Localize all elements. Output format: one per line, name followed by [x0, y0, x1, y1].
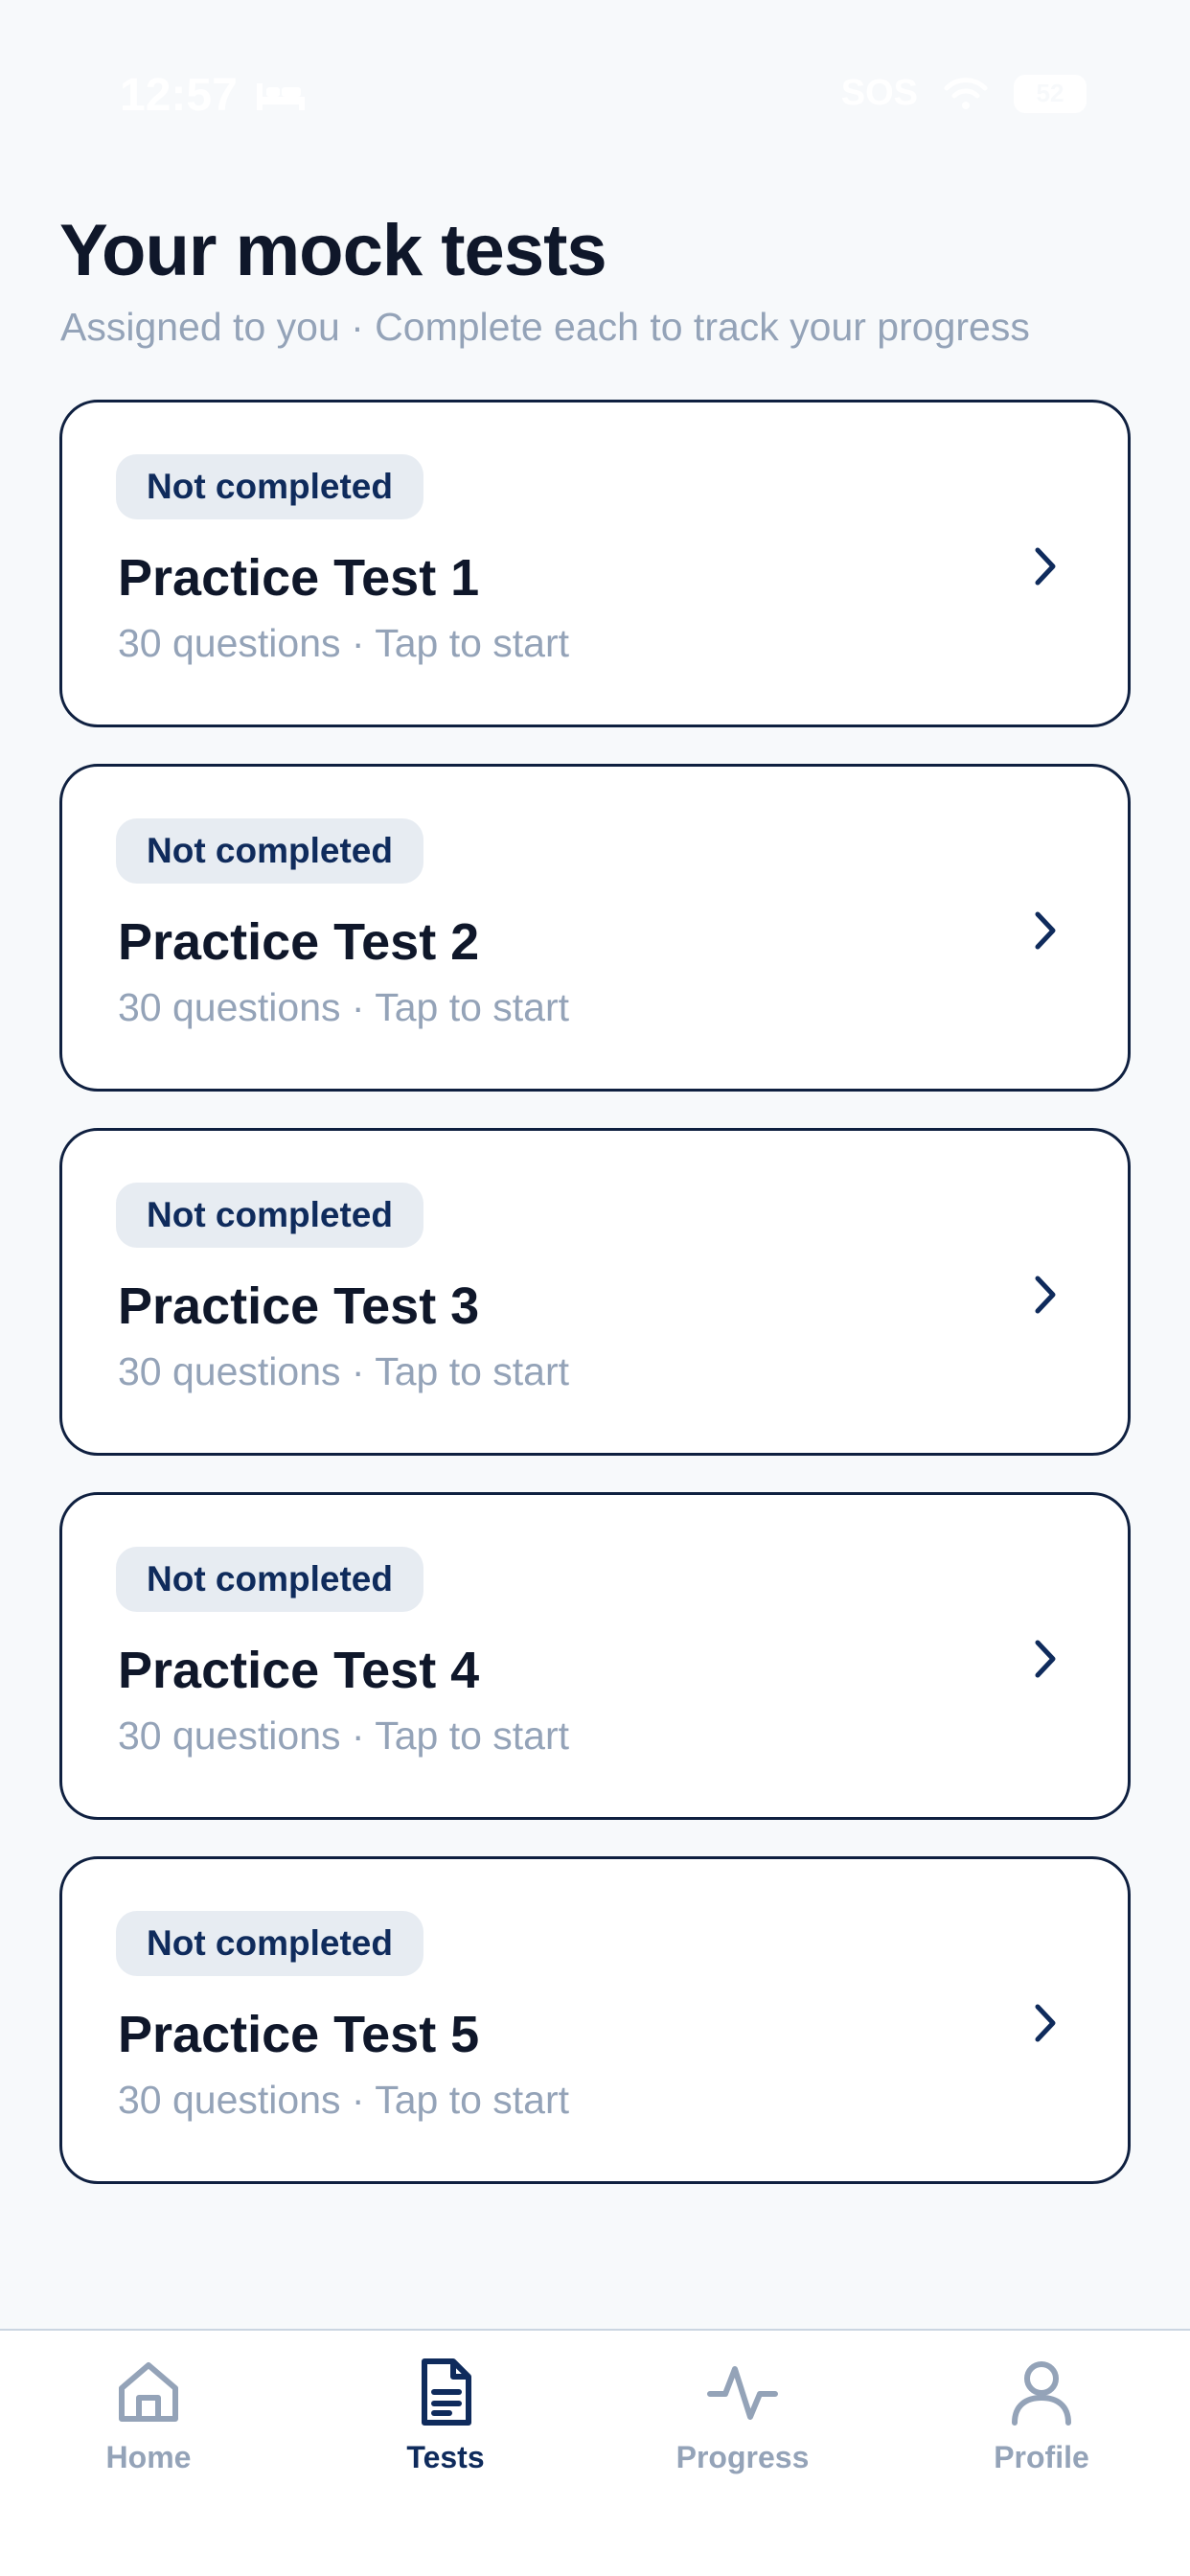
battery-level: 52: [1036, 79, 1064, 107]
tab-label: Home: [105, 2440, 192, 2474]
activity-icon: [707, 2366, 778, 2420]
status-badge: Not completed: [116, 1183, 423, 1248]
status-badge: Not completed: [116, 1547, 423, 1612]
tab-tests[interactable]: Tests: [297, 2331, 594, 2522]
test-title: Practice Test 1: [118, 549, 480, 607]
status-indicators: SOS 52: [841, 73, 1087, 114]
document-icon: [422, 2358, 471, 2426]
bed-icon: [256, 82, 305, 110]
tab-bar: Home Tests Progress Profile: [0, 2329, 1190, 2576]
test-meta: 30 questions · Tap to start: [118, 985, 570, 1029]
tab-label: Progress: [675, 2440, 810, 2474]
tab-label: Tests: [406, 2440, 485, 2474]
home-icon: [119, 2362, 178, 2422]
test-meta: 30 questions · Tap to start: [118, 1714, 570, 1758]
test-title: Practice Test 3: [118, 1277, 480, 1335]
chevron-right-icon: [1035, 911, 1056, 950]
test-title: Practice Test 4: [118, 1642, 480, 1699]
status-time: 12:57: [120, 70, 238, 121]
test-card-3[interactable]: Not completed Practice Test 3 30 questio…: [59, 1128, 1131, 1456]
status-badge: Not completed: [116, 818, 423, 884]
tab-label: Profile: [994, 2440, 1089, 2474]
user-icon: [1012, 2361, 1071, 2426]
test-card-5[interactable]: Not completed Practice Test 5 30 questio…: [59, 1856, 1131, 2184]
wifi-icon: [944, 77, 988, 109]
page-title: Your mock tests: [59, 210, 607, 291]
test-card-4[interactable]: Not completed Practice Test 4 30 questio…: [59, 1492, 1131, 1820]
test-meta: 30 questions · Tap to start: [118, 1349, 570, 1393]
page-subtitle: Assigned to you · Complete each to track…: [60, 305, 1030, 349]
chevron-right-icon: [1035, 1276, 1056, 1314]
test-card-1[interactable]: Not completed Practice Test 1 30 questio…: [59, 400, 1131, 727]
test-card-2[interactable]: Not completed Practice Test 2 30 questio…: [59, 764, 1131, 1092]
test-meta: 30 questions · Tap to start: [118, 621, 570, 665]
test-title: Practice Test 5: [118, 2006, 480, 2063]
status-bar: 12:57 SOS 52: [0, 0, 1190, 192]
tab-profile[interactable]: Profile: [893, 2331, 1190, 2522]
test-title: Practice Test 2: [118, 913, 480, 971]
sos-indicator: SOS: [840, 73, 918, 113]
status-badge: Not completed: [116, 1911, 423, 1976]
test-meta: 30 questions · Tap to start: [118, 2078, 570, 2122]
chevron-right-icon: [1035, 547, 1056, 586]
status-time-group: 12:57: [120, 69, 307, 122]
tab-progress[interactable]: Progress: [594, 2331, 891, 2522]
status-badge: Not completed: [116, 454, 423, 519]
tab-home[interactable]: Home: [0, 2331, 297, 2522]
battery-icon: 52: [1014, 74, 1087, 113]
chevron-right-icon: [1035, 1640, 1056, 1678]
chevron-right-icon: [1035, 2004, 1056, 2042]
